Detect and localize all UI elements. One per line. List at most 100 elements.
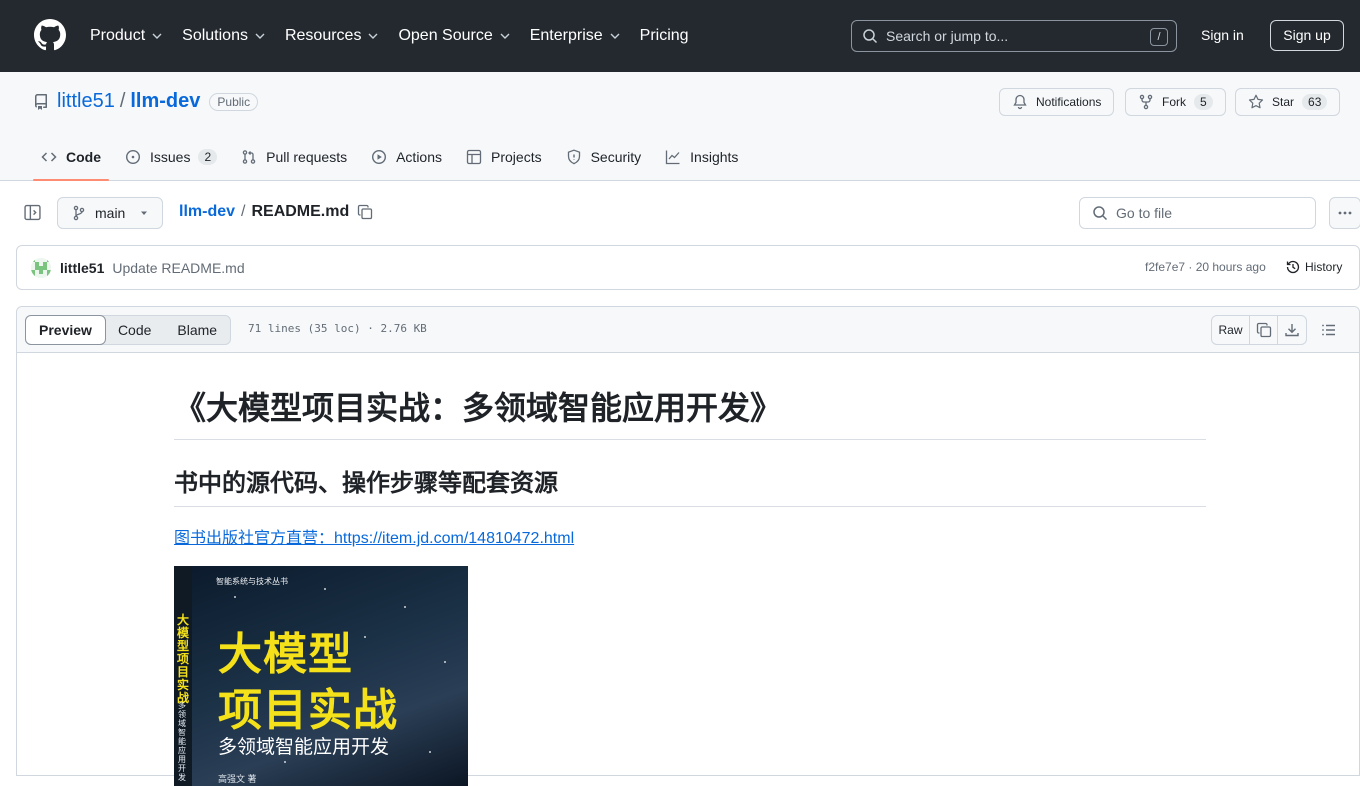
caret-down-icon [141,211,148,215]
nav-solutions[interactable]: Solutions [182,27,266,45]
visibility-badge: Public [209,92,259,111]
commit-author[interactable]: little51 [60,260,104,276]
tab-actions[interactable]: Actions [363,134,450,180]
cover-star [284,761,286,763]
copy-path-icon[interactable] [357,204,373,220]
nav-product[interactable]: Product [90,27,163,45]
cover-star [404,606,406,608]
fork-label: Fork [1162,95,1186,109]
tab-pull-requests-label: Pull requests [266,149,348,165]
tab-insights[interactable]: Insights [657,134,746,180]
notifications-label: Notifications [1036,95,1102,109]
go-to-file-input[interactable]: Go to file [1079,197,1316,229]
fork-icon [1139,94,1153,110]
readme-title: 《大模型项目实战：多领域智能应用开发》 [174,383,1206,440]
tab-code[interactable]: Code [33,134,109,181]
issue-icon [125,149,141,165]
commit-meta[interactable]: f2fe7e7 · 20 hours ago [1145,260,1266,274]
blame-tab[interactable]: Blame [164,316,230,344]
repo-icon [34,94,47,110]
raw-button[interactable]: Raw [1212,316,1250,344]
notifications-button[interactable]: Notifications [999,88,1115,116]
star-icon [1248,94,1264,109]
branch-icon [73,205,85,221]
sign-in-link[interactable]: Sign in [1201,27,1244,43]
cover-author: 高强文 著 [218,774,257,784]
cover-spine-subtitle: 多领域智能应用开发 [178,701,186,782]
chevron-down-icon [152,33,162,39]
tab-code-label: Code [66,149,101,165]
download-icon [1285,324,1299,337]
nav-enterprise[interactable]: Enterprise [530,27,621,45]
global-header: Product Solutions Resources Open Source … [0,0,1360,72]
tab-pull-requests[interactable]: Pull requests [233,134,355,180]
github-logo-icon[interactable] [34,19,66,51]
cover-star [364,636,366,638]
preview-tab[interactable]: Preview [25,315,106,345]
history-button[interactable]: History [1285,259,1342,275]
repo-name-link[interactable]: llm-dev [130,90,200,113]
repo-tabs: Code Issues 2 Pull requests Actions Proj… [33,134,754,181]
commit-message[interactable]: Update README.md [112,260,244,276]
cover-star [429,751,431,753]
nav-open-source[interactable]: Open Source [398,27,510,45]
view-mode-switch: Preview Code Blame [25,315,232,345]
chevron-down-icon [255,33,265,39]
nav-product-label: Product [90,27,146,44]
shield-icon [567,149,580,165]
main-nav: Product Solutions Resources Open Source … [90,0,708,72]
tab-projects[interactable]: Projects [458,134,550,180]
search-shortcut-key: / [1150,28,1168,46]
tab-projects-label: Projects [491,149,542,165]
branch-name: main [95,205,126,221]
graph-icon [666,150,680,165]
publisher-link[interactable]: 图书出版社官方直营：https://item.jd.com/14810472.h… [174,524,1206,548]
sign-up-button[interactable]: Sign up [1270,20,1344,51]
cover-star [234,596,236,598]
repo-title-separator: / [119,90,126,112]
nav-solutions-label: Solutions [182,27,248,44]
file-actions: Raw [1211,315,1307,345]
more-options-button[interactable] [1329,197,1360,229]
avatar[interactable] [31,257,51,278]
cover-title-line2: 项目实战 [218,686,398,735]
file-navigation-bar: main llm-dev / README.md Go to file [0,181,1360,245]
play-icon [372,149,387,165]
tab-security[interactable]: Security [558,134,650,180]
download-button[interactable] [1278,316,1306,344]
breadcrumb-repo-link[interactable]: llm-dev [179,203,235,221]
cover-spine-title: 大模型项目实战 [177,613,190,705]
breadcrumb-filename: README.md [251,203,350,220]
star-count: 63 [1302,94,1328,110]
nav-resources[interactable]: Resources [285,27,379,45]
bell-icon [1013,94,1027,110]
search-icon [1093,206,1108,221]
search-input[interactable]: Search or jump to... / [851,20,1177,52]
fork-button[interactable]: Fork 5 [1125,88,1226,116]
search-placeholder: Search or jump to... [886,28,1009,44]
repo-title: little51 / llm-dev Public [57,90,259,113]
copy-raw-button[interactable] [1250,316,1278,344]
repo-owner-link[interactable]: little51 [57,90,115,113]
fork-count: 5 [1194,94,1213,110]
table-icon [466,149,482,165]
star-label: Star [1272,95,1295,109]
tab-issues[interactable]: Issues 2 [117,134,225,180]
sidebar-expand-icon[interactable] [24,204,41,221]
nav-resources-label: Resources [284,27,362,44]
star-button[interactable]: Star 63 [1235,88,1341,116]
readme-content: 《大模型项目实战：多领域智能应用开发》 书中的源代码、操作步骤等配套资源 图书出… [174,353,1206,786]
file-info: 71 lines (35 loc) · 2.76 KB [248,322,427,335]
code-view-tab[interactable]: Code [105,316,164,344]
repo-header: little51 / llm-dev Public Notifications … [0,72,1360,181]
nav-pricing[interactable]: Pricing [640,27,689,45]
breadcrumb-separator: / [241,203,246,220]
cover-subtitle: 多领域智能应用开发 [218,737,390,758]
table-of-contents-icon[interactable] [1321,322,1337,338]
chevron-down-icon [610,33,620,39]
tab-actions-label: Actions [396,149,443,165]
branch-selector[interactable]: main [57,197,163,229]
breadcrumb: llm-dev / README.md [179,203,373,221]
identicon-icon [31,257,51,278]
go-to-file-placeholder: Go to file [1116,205,1173,221]
